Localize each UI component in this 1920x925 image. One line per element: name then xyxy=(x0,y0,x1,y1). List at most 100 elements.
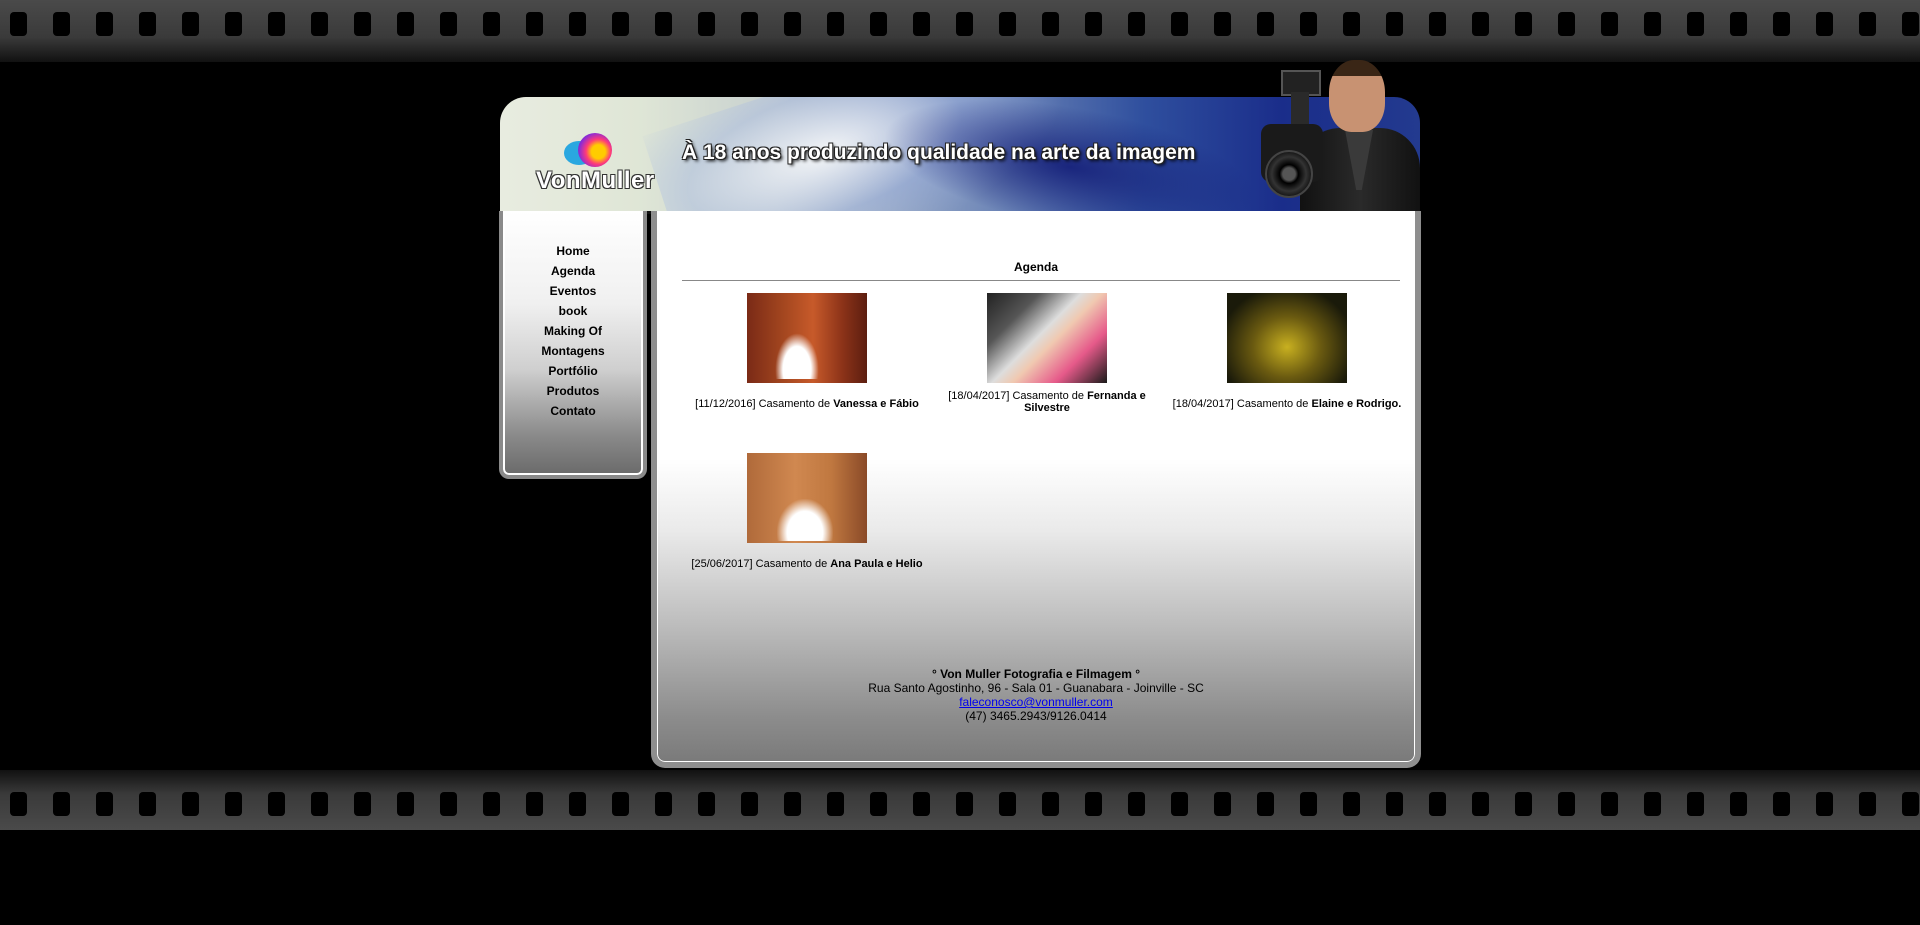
event-caption[interactable]: [18/04/2017] Casamento de Elaine e Rodri… xyxy=(1167,398,1407,410)
menu-item-label[interactable]: Portfólio xyxy=(548,364,597,378)
event-card[interactable]: [11/12/2016] Casamento de Vanessa e Fábi… xyxy=(687,293,927,410)
menu-item-making-of[interactable]: Making Of xyxy=(503,322,643,342)
film-hole xyxy=(698,12,715,36)
film-hole xyxy=(96,792,113,816)
event-card[interactable]: [18/04/2017] Casamento de Elaine e Rodri… xyxy=(1167,293,1407,410)
film-hole xyxy=(1773,792,1790,816)
menu-item-home[interactable]: Home xyxy=(503,242,643,262)
side-menu: Home Agenda Eventos book Making Of Monta… xyxy=(499,211,647,479)
film-hole xyxy=(1859,12,1876,36)
menu-item-label[interactable]: Making Of xyxy=(544,324,602,338)
event-card[interactable]: [18/04/2017] Casamento de Fernanda e Sil… xyxy=(927,293,1167,414)
menu-item-label[interactable]: Eventos xyxy=(550,284,597,298)
event-prefix: Casamento de xyxy=(758,398,831,410)
footer-email-link[interactable]: faleconosco@vonmuller.com xyxy=(959,695,1113,709)
event-caption[interactable]: [25/06/2017] Casamento de Ana Paula e He… xyxy=(687,558,927,570)
menu-item-produtos[interactable]: Produtos xyxy=(503,382,643,402)
film-hole xyxy=(1343,792,1360,816)
event-names[interactable]: Vanessa e Fábio xyxy=(833,398,919,410)
event-thumbnail[interactable] xyxy=(1227,293,1347,383)
film-hole xyxy=(827,12,844,36)
film-hole xyxy=(1128,792,1145,816)
event-date: [25/06/2017] xyxy=(691,558,753,570)
film-hole xyxy=(741,792,758,816)
film-hole xyxy=(1171,12,1188,36)
film-hole xyxy=(1300,792,1317,816)
film-hole xyxy=(1214,12,1231,36)
menu-item-label[interactable]: Home xyxy=(556,244,589,258)
title-divider xyxy=(682,280,1400,281)
film-hole xyxy=(1773,12,1790,36)
film-hole xyxy=(10,792,27,816)
menu-item-label[interactable]: Agenda xyxy=(551,264,595,278)
film-hole xyxy=(53,12,70,36)
film-hole xyxy=(1730,12,1747,36)
film-hole xyxy=(1300,12,1317,36)
event-thumbnail[interactable] xyxy=(747,453,867,543)
menu-item-eventos[interactable]: Eventos xyxy=(503,282,643,302)
film-hole xyxy=(1515,792,1532,816)
film-hole xyxy=(139,12,156,36)
camera-lens-icon xyxy=(1265,150,1313,198)
film-hole xyxy=(827,792,844,816)
film-hole xyxy=(53,792,70,816)
film-hole xyxy=(698,792,715,816)
film-hole xyxy=(1128,12,1145,36)
menu-item-label[interactable]: Montagens xyxy=(541,344,604,358)
event-names[interactable]: Elaine e Rodrigo. xyxy=(1311,398,1401,410)
film-hole xyxy=(225,12,242,36)
menu-item-montagens[interactable]: Montagens xyxy=(503,342,643,362)
film-hole xyxy=(268,792,285,816)
film-hole xyxy=(784,12,801,36)
film-holes-bottom xyxy=(0,792,1920,816)
event-caption[interactable]: [18/04/2017] Casamento de Fernanda e Sil… xyxy=(927,390,1167,414)
footer-brand: ° Von Muller Fotografia e Filmagem ° xyxy=(931,667,1141,681)
event-thumbnail[interactable] xyxy=(987,293,1107,383)
film-hole xyxy=(1687,792,1704,816)
film-hole xyxy=(569,792,586,816)
menu-item-contato[interactable]: Contato xyxy=(503,402,643,422)
event-prefix: Casamento de xyxy=(755,558,828,570)
film-hole xyxy=(311,792,328,816)
film-hole xyxy=(1257,12,1274,36)
event-card[interactable]: [25/06/2017] Casamento de Ana Paula e He… xyxy=(687,453,927,570)
menu-item-label[interactable]: Produtos xyxy=(547,384,600,398)
film-hole xyxy=(956,12,973,36)
film-hole xyxy=(741,12,758,36)
film-hole xyxy=(1558,12,1575,36)
event-date: [18/04/2017] xyxy=(1172,398,1234,410)
film-hole xyxy=(1042,12,1059,36)
film-hole xyxy=(1687,12,1704,36)
film-hole xyxy=(354,792,371,816)
film-hole xyxy=(1257,792,1274,816)
menu-item-portfolio[interactable]: Portfólio xyxy=(503,362,643,382)
film-hole xyxy=(569,12,586,36)
film-hole xyxy=(225,792,242,816)
vonmuller-logo-icon[interactable] xyxy=(564,133,612,167)
menu-item-book[interactable]: book xyxy=(503,302,643,322)
film-hole xyxy=(870,12,887,36)
logo-text[interactable]: VonMuller xyxy=(536,167,655,195)
film-hole xyxy=(483,792,500,816)
menu-item-agenda[interactable]: Agenda xyxy=(503,262,643,282)
menu-item-label[interactable]: book xyxy=(559,304,588,318)
film-hole xyxy=(1171,792,1188,816)
menu-item-label[interactable]: Contato xyxy=(550,404,595,418)
film-hole xyxy=(1515,12,1532,36)
film-hole xyxy=(1042,792,1059,816)
event-thumbnail[interactable] xyxy=(747,293,867,383)
film-hole xyxy=(1472,792,1489,816)
main-content: Agenda [11/12/2016] Casamento de Vanessa… xyxy=(651,211,1421,768)
event-caption[interactable]: [11/12/2016] Casamento de Vanessa e Fábi… xyxy=(687,398,927,410)
film-hole xyxy=(96,12,113,36)
film-hole xyxy=(1644,792,1661,816)
film-hole xyxy=(182,12,199,36)
film-hole xyxy=(526,12,543,36)
event-names[interactable]: Ana Paula e Helio xyxy=(830,558,922,570)
film-hole xyxy=(1558,792,1575,816)
film-hole xyxy=(1644,12,1661,36)
footer-address: Rua Santo Agostinho, 96 - Sala 01 - Guan… xyxy=(868,681,1204,695)
event-prefix: Casamento de xyxy=(1012,390,1085,402)
film-hole xyxy=(612,792,629,816)
film-hole xyxy=(1816,792,1833,816)
